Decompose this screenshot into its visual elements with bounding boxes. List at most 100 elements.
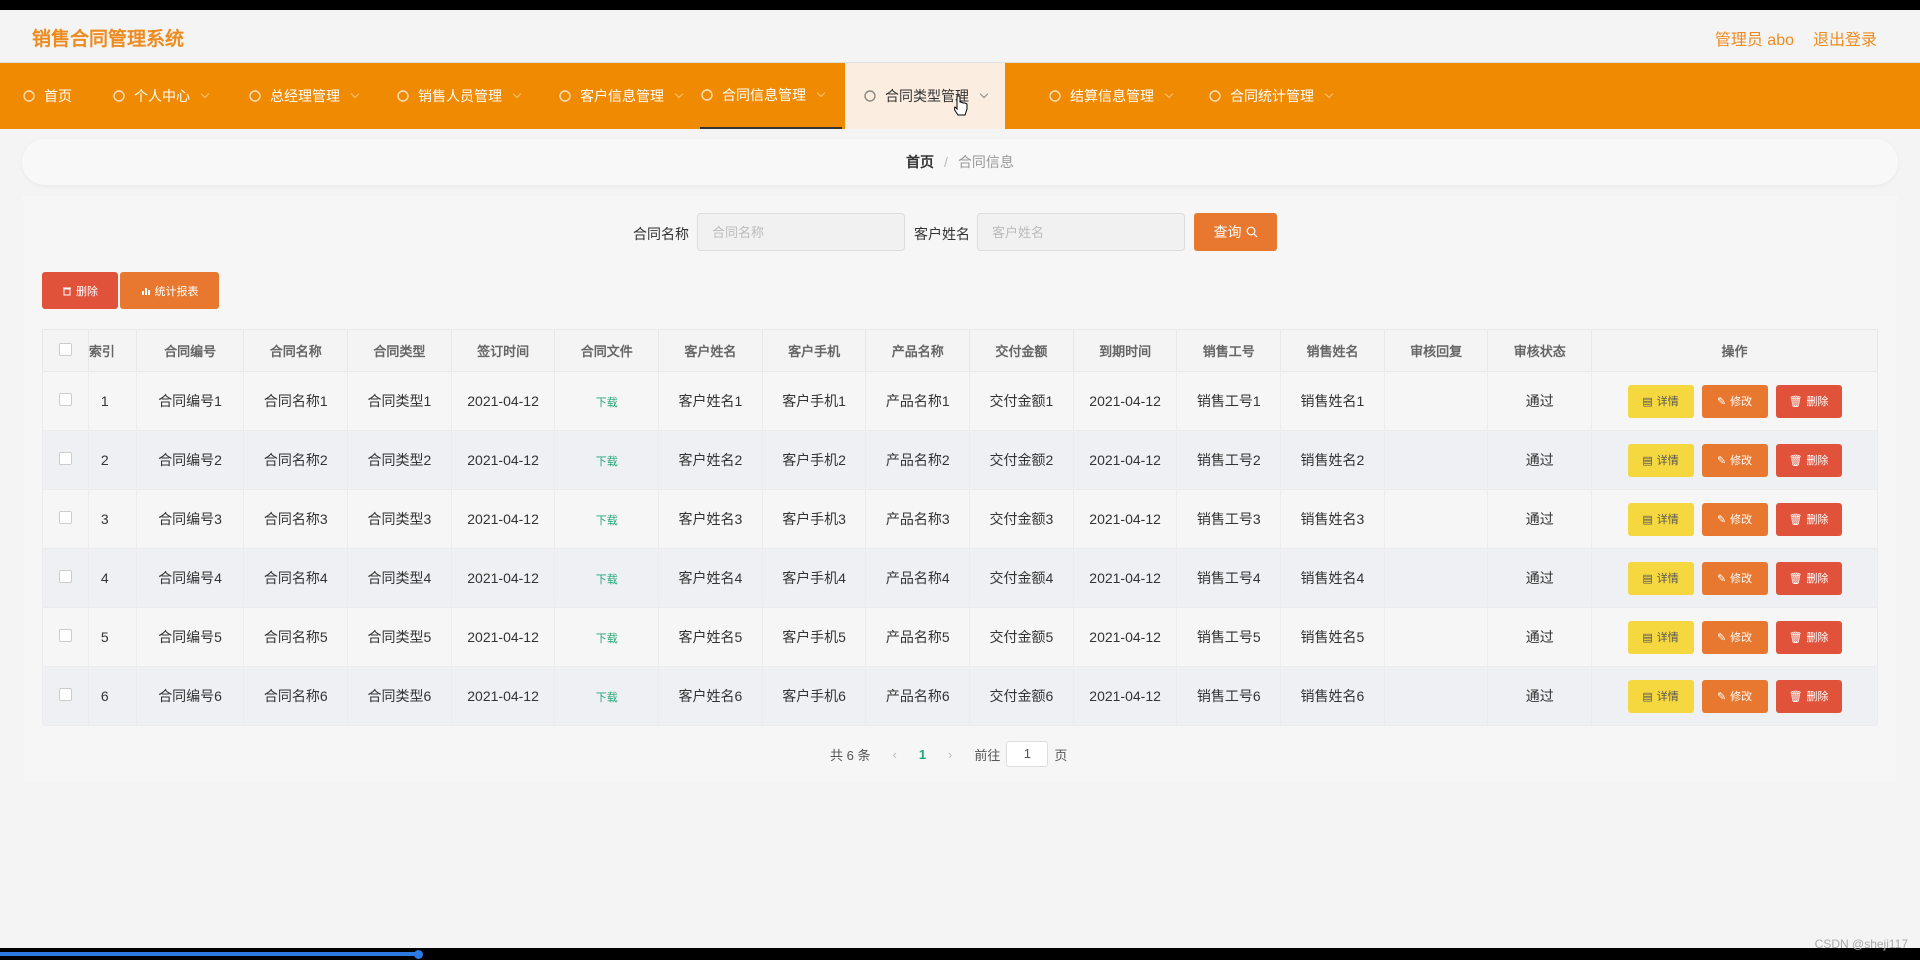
column-header: 索引 — [87, 329, 137, 372]
send-icon — [558, 89, 572, 103]
logout-link[interactable]: 退出登录 — [1813, 26, 1877, 50]
pencil-icon: ✎ — [1716, 631, 1727, 644]
row-checkbox[interactable] — [58, 629, 72, 642]
delete-button[interactable]: 🗑 删除 — [1775, 384, 1842, 418]
cell-phone: 客户手机1 — [761, 371, 867, 431]
delete-button[interactable]: 🗑 删除 — [1775, 620, 1842, 654]
column-header: 签订时间 — [450, 329, 556, 372]
download-link[interactable]: 下载 — [596, 515, 618, 527]
detail-label: 详情 — [1656, 632, 1679, 644]
delete-label: 删除 — [1806, 691, 1829, 703]
contract-name-input[interactable] — [697, 213, 905, 251]
download-link[interactable]: 下载 — [596, 397, 618, 409]
edit-button[interactable]: ✎ 修改 — [1701, 561, 1768, 595]
cell-due: 2021-04-12 — [1072, 489, 1178, 549]
detail-button[interactable]: ▤ 详情 — [1627, 679, 1694, 713]
download-link[interactable]: 下载 — [596, 692, 618, 704]
cell-status: 通过 — [1487, 489, 1593, 549]
video-progress-handle[interactable] — [414, 950, 423, 959]
query-button[interactable]: 查询 — [1194, 213, 1277, 251]
delete-button[interactable]: 🗑 删除 — [1775, 502, 1842, 536]
row-checkbox[interactable] — [58, 688, 72, 701]
delete-label: 删除 — [1806, 455, 1829, 467]
nav-item-label: 个人中心 — [134, 88, 190, 104]
column-header: 操作 — [1591, 329, 1878, 372]
download-link[interactable]: 下载 — [596, 633, 618, 645]
trophy-icon — [1208, 89, 1222, 103]
prev-page-icon[interactable]: ‹ — [892, 747, 896, 762]
nav-item-label: 合同信息管理 — [722, 87, 806, 103]
document-icon: ▤ — [1642, 572, 1653, 585]
next-page-icon[interactable]: › — [948, 747, 952, 762]
detail-button[interactable]: ▤ 详情 — [1627, 443, 1694, 477]
select-all-checkbox[interactable] — [58, 342, 72, 356]
detail-button[interactable]: ▤ 详情 — [1627, 561, 1694, 595]
nav-item-4[interactable]: 销售人员管理 — [396, 63, 522, 129]
cell-cust: 客户姓名4 — [658, 548, 763, 608]
cell-idx: 6 — [87, 666, 137, 726]
column-header: 审核回复 — [1383, 329, 1489, 372]
nav-item-8[interactable]: 结算信息管理 — [1048, 63, 1174, 129]
operations-cell: ▤ 详情 ✎ 修改 🗑 删除 — [1591, 430, 1878, 490]
nav-item-5[interactable]: 客户信息管理 — [558, 63, 684, 129]
cell-amount: 交付金额4 — [969, 548, 1074, 608]
file-cell: 下载 — [554, 607, 660, 667]
cell-type: 合同类型4 — [347, 548, 452, 608]
nav-item-1[interactable]: 首页 — [22, 63, 72, 129]
cell-amount: 交付金额1 — [969, 371, 1074, 431]
current-page[interactable]: 1 — [919, 747, 926, 762]
file-cell: 下载 — [554, 430, 660, 490]
cell-reply — [1383, 666, 1489, 726]
breadcrumb-home[interactable]: 首页 — [906, 152, 934, 172]
edit-button[interactable]: ✎ 修改 — [1701, 443, 1768, 477]
column-header: 客户姓名 — [658, 329, 763, 372]
detail-button[interactable]: ▤ 详情 — [1627, 384, 1694, 418]
cell-sign: 2021-04-12 — [450, 371, 556, 431]
cell-product: 产品名称4 — [865, 548, 971, 608]
video-progress-bar[interactable] — [0, 952, 420, 956]
stats-report-button[interactable]: 统计报表 — [120, 272, 219, 309]
download-link[interactable]: 下载 — [596, 456, 618, 468]
delete-button[interactable]: 🗑 删除 — [1775, 443, 1842, 477]
chevron-down-icon — [979, 89, 989, 99]
edit-button[interactable]: ✎ 修改 — [1701, 502, 1768, 536]
pencil-icon: ✎ — [1716, 513, 1727, 526]
column-header: 合同编号 — [135, 329, 245, 372]
row-checkbox[interactable] — [58, 393, 72, 406]
pagination: 共 6 条 ‹ 1 › 前往 1 页 — [830, 741, 1067, 767]
download-link[interactable]: 下载 — [596, 574, 618, 586]
delete-button[interactable]: 🗑 删除 — [1775, 679, 1842, 713]
delete-button[interactable]: 🗑 删除 — [1775, 561, 1842, 595]
cell-code: 合同编号3 — [135, 489, 245, 549]
customer-name-input[interactable] — [977, 213, 1185, 251]
detail-button[interactable]: ▤ 详情 — [1627, 620, 1694, 654]
nav-item-3[interactable]: 总经理管理 — [248, 63, 360, 129]
edit-button[interactable]: ✎ 修改 — [1701, 620, 1768, 654]
row-checkbox[interactable] — [58, 511, 72, 524]
total-count: 共 6 条 — [830, 747, 871, 763]
edit-button[interactable]: ✎ 修改 — [1701, 384, 1768, 418]
cell-name: 合同名称2 — [243, 430, 349, 490]
table-row: 5 合同编号5 合同名称5 合同类型5 2021-04-12 下载 客户姓名5 客户手机5 产品… — [42, 607, 1878, 667]
nav-item-6[interactable]: 合同信息管理 — [700, 63, 842, 129]
edit-button[interactable]: ✎ 修改 — [1701, 679, 1768, 713]
chevron-down-icon — [816, 88, 826, 98]
table-row: 4 合同编号4 合同名称4 合同类型4 2021-04-12 下载 客户姓名4 客户手机4 产品… — [42, 548, 1878, 608]
column-header: 合同类型 — [347, 329, 452, 372]
trash-icon: 🗑 — [1788, 513, 1803, 526]
batch-delete-button[interactable]: 删除 — [42, 272, 118, 309]
document-icon: ▤ — [1642, 454, 1653, 467]
nav-item-7[interactable]: 合同类型管理 — [845, 63, 1005, 129]
goto-page-input[interactable]: 1 — [1006, 741, 1049, 767]
goto-label: 前往 — [974, 747, 1001, 763]
file-cell: 下载 — [554, 666, 660, 726]
nav-item-2[interactable]: 个人中心 — [112, 63, 210, 129]
column-header: 销售工号 — [1176, 329, 1282, 372]
row-checkbox[interactable] — [58, 570, 72, 583]
column-header: 到期时间 — [1072, 329, 1178, 372]
detail-button[interactable]: ▤ 详情 — [1627, 502, 1694, 536]
row-checkbox[interactable] — [58, 452, 72, 465]
cell-phone: 客户手机3 — [761, 489, 867, 549]
nav-item-9[interactable]: 合同统计管理 — [1208, 63, 1334, 129]
globe-icon — [248, 89, 262, 103]
